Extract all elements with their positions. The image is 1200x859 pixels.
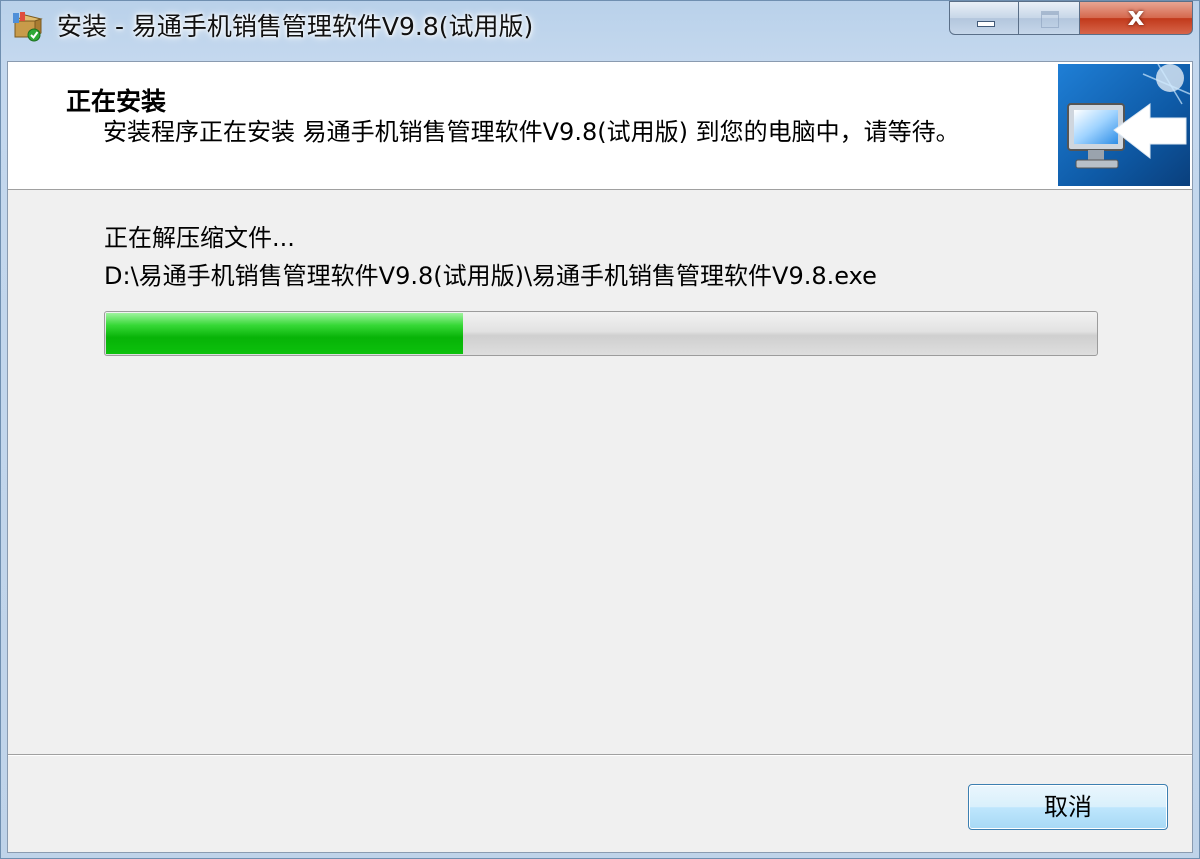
window-title: 安装 - 易通手机销售管理软件V9.8(试用版) [57, 12, 534, 41]
footer-divider [8, 754, 1192, 756]
close-button[interactable]: x [1079, 1, 1193, 35]
installer-window: 安装 - 易通手机销售管理软件V9.8(试用版) x 正在安装 安装程序正在安装… [0, 0, 1200, 859]
maximize-icon [1041, 11, 1059, 28]
current-file-path: D:\易通手机销售管理软件V9.8(试用版)\易通手机销售管理软件V9.8.ex… [104, 262, 877, 290]
computer-install-icon [1058, 64, 1190, 186]
page-description: 安装程序正在安装 易通手机销售管理软件V9.8(试用版) 到您的电脑中，请等待。 [103, 118, 960, 146]
caption-buttons: x [949, 1, 1195, 37]
close-icon: x [1127, 2, 1145, 32]
maximize-button [1018, 1, 1080, 35]
title-bar[interactable]: 安装 - 易通手机销售管理软件V9.8(试用版) x [1, 1, 1199, 55]
installer-page: 正在安装 安装程序正在安装 易通手机销售管理软件V9.8(试用版) 到您的电脑中… [7, 61, 1193, 853]
minimize-button[interactable] [949, 1, 1019, 35]
page-title: 正在安装 [66, 87, 167, 116]
page-header: 正在安装 安装程序正在安装 易通手机销售管理软件V9.8(试用版) 到您的电脑中… [8, 62, 1192, 190]
minimize-icon [977, 21, 995, 27]
install-progress-bar [104, 311, 1098, 356]
progress-fill [106, 313, 464, 354]
installer-box-icon [13, 12, 43, 42]
status-text: 正在解压缩文件... [104, 224, 295, 252]
cancel-button[interactable]: 取消 [968, 784, 1168, 830]
